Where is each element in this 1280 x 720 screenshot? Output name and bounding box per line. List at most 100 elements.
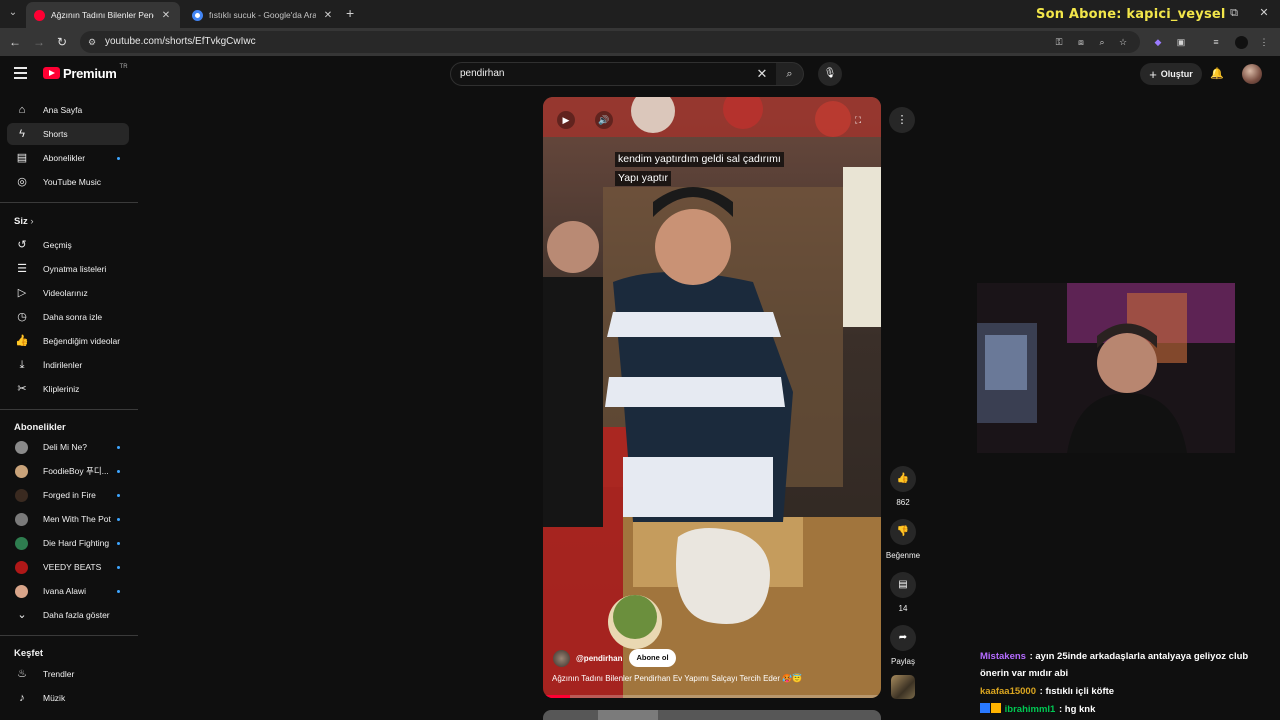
play-pause-icon[interactable]: ▶ [557,111,575,129]
channel-avatar [15,560,28,574]
sidebar-item-subscriptions[interactable]: ▤ Abonelikler [7,147,129,169]
chevron-down-icon: ⌄ [17,609,27,621]
new-tab-plus-icon[interactable]: + [346,5,360,21]
sidebar-item-label: Abonelikler [43,153,86,163]
bookmark-star-icon[interactable]: ☆ [1117,36,1129,48]
sidebar-item-downloads[interactable]: ⤓ İndirilenler [7,354,129,376]
hamburger-menu-icon[interactable] [14,67,28,79]
extensions-puzzle-icon[interactable]: ▣ [1175,36,1187,48]
notifications-bell-icon[interactable]: 🔔 [1210,67,1224,81]
browser-tab-bar: ⌄ Ağzının Tadını Bilenler Pendirhan ✕ fı… [0,0,1280,28]
channel-avatar[interactable] [553,649,570,667]
dislike-action[interactable]: 👎 Beğenme [884,519,922,560]
sidebar-subscription-item[interactable]: Die Hard Fighting [7,532,129,554]
next-short-preview[interactable] [543,710,881,720]
channel-name: Men With The Pot [43,514,111,524]
caption-line: kendim yaptırdım geldi sal çadırımı [615,152,784,167]
sidebar-item-youtube-music[interactable]: ◎ YouTube Music [7,171,129,193]
downloads-icon: ⤓ [19,359,25,371]
new-content-dot [117,469,120,473]
comments-action[interactable]: ▤ 14 [884,572,922,613]
create-label: Oluştur [1160,69,1193,79]
account-avatar[interactable] [1242,64,1262,84]
comment-count: 14 [898,604,908,613]
restore-window-icon[interactable]: ⧉ [1227,6,1241,20]
sidebar-item-trending[interactable]: ♨ Trendler [7,663,129,685]
sound-track-thumbnail[interactable] [891,675,915,699]
thumbs-up-icon[interactable]: 👍 [890,466,916,492]
channel-handle[interactable]: @pendirhan [576,654,622,663]
tab-google[interactable]: fıstıklı sucuk - Google'da Ara ✕ [184,2,342,28]
share-action[interactable]: ➦ Paylaş [884,625,922,666]
thumbs-down-icon[interactable]: 👎 [890,519,916,545]
comment-icon[interactable]: ▤ [890,572,916,598]
close-window-icon[interactable]: ✕ [1257,6,1271,20]
voice-search-button[interactable]: 🎙 [818,62,842,86]
sidebar-item-your-videos[interactable]: ▷ Videolarınız [7,282,129,304]
stream-chat: Mistakens : ayın 25inde arkadaşlarla ant… [980,648,1276,719]
video-title[interactable]: Ağzının Tadını Bilenler Pendirhan Ev Yap… [552,674,802,683]
chat-message: ibrahimml1 : hg knk [980,701,1276,718]
sidebar-item-clips[interactable]: ✂ Klipleriniz [7,378,129,400]
fullscreen-icon[interactable]: ⛶ [849,111,867,129]
sidebar-item-music[interactable]: ♪ Müzik [7,687,129,709]
sidebar-show-more[interactable]: ⌄ Daha fazla göster [7,604,129,626]
create-button[interactable]: + Oluştur [1140,63,1202,85]
show-more-label: Daha fazla göster [43,610,110,620]
sidebar-subscription-item[interactable]: FoodieBoy 푸디... [7,460,129,482]
channel-name: FoodieBoy 푸디... [43,466,109,476]
media-controls-icon[interactable]: ≡ [1210,36,1222,48]
search-query[interactable]: pendirhan [460,63,504,85]
sidebar-subscription-item[interactable]: Ivana Alawi [7,580,129,602]
sidebar-subscription-item[interactable]: Deli Mi Ne? [7,436,129,458]
chat-badge-icon [980,703,990,713]
site-info-icon[interactable]: ⚙ [86,36,98,48]
url-text[interactable]: youtube.com/shorts/EfTvkgCwIwc [105,31,256,53]
plus-icon: + [1149,66,1157,82]
close-tab-icon[interactable]: ✕ [160,10,172,21]
sidebar-you-header[interactable]: Siz › [14,216,34,227]
zoom-icon[interactable]: ⌕ [1096,36,1108,48]
extension-shield-icon[interactable]: ◆ [1152,36,1164,48]
sidebar-item-home[interactable]: ⌂ Ana Sayfa [7,99,129,121]
chat-badge-icon [991,703,1001,713]
reload-icon[interactable]: ↻ [54,34,70,50]
more-options-icon[interactable]: ⋮ [889,107,915,133]
chat-text: hg knk [1064,704,1096,715]
tab-search-chevron-icon[interactable]: ⌄ [5,5,21,21]
close-tab-icon[interactable]: ✕ [322,10,334,21]
sidebar-subscription-item[interactable]: VEEDY BEATS [7,556,129,578]
clear-search-icon[interactable]: ✕ [755,67,769,81]
url-omnibox[interactable]: ⚙ youtube.com/shorts/EfTvkgCwIwc ⚿ ⧈ ⌕ ☆ [80,31,1140,53]
browser-menu-icon[interactable]: ⋮ [1258,36,1270,48]
sidebar-item-watch-later[interactable]: ◷ Daha sonra izle [7,306,129,328]
install-app-icon[interactable]: ⧈ [1075,36,1087,48]
sidebar-item-liked-videos[interactable]: 👍 Beğendiğim videolar [7,330,129,352]
volume-icon[interactable]: 🔊 [595,111,613,129]
subscribe-button[interactable]: Abone ol [629,649,676,667]
back-arrow-icon[interactable]: ← [7,34,23,50]
sidebar-item-history[interactable]: ↺ Geçmiş [7,234,129,256]
profile-icon[interactable] [1235,36,1248,49]
new-content-dot [117,445,120,449]
sidebar-subscription-item[interactable]: Forged in Fire [7,484,129,506]
sidebar-item-shorts[interactable]: ϟ Shorts [7,123,129,145]
password-key-icon[interactable]: ⚿ [1053,36,1065,48]
channel-avatar [15,440,28,454]
tab-youtube[interactable]: Ağzının Tadını Bilenler Pendirhan ✕ [26,2,180,28]
sidebar-item-playlists[interactable]: ☰ Oynatma listeleri [7,258,129,280]
search-button[interactable]: ⌕ [776,62,804,86]
video-progress-bar[interactable] [543,695,881,698]
share-arrow-icon[interactable]: ➦ [890,625,916,651]
like-count: 862 [896,498,910,507]
forward-arrow-icon[interactable]: → [31,34,47,50]
like-action[interactable]: 👍 862 [884,466,922,507]
video-captions: kendim yaptırdım geldi sal çadırımı Yapı… [615,149,784,187]
youtube-premium-logo[interactable]: Premium TR [43,64,128,81]
sidebar-subscription-item[interactable]: Men With The Pot [7,508,129,530]
new-content-dot [117,156,120,160]
search-input[interactable]: pendirhan ✕ [450,62,778,86]
sidebar-item-label: Videolarınız [43,288,88,298]
shorts-video-player[interactable]: ▶ 🔊 ⛶ kendim yaptırdım geldi sal çadırım… [543,97,881,698]
shorts-icon: ϟ [19,128,25,140]
